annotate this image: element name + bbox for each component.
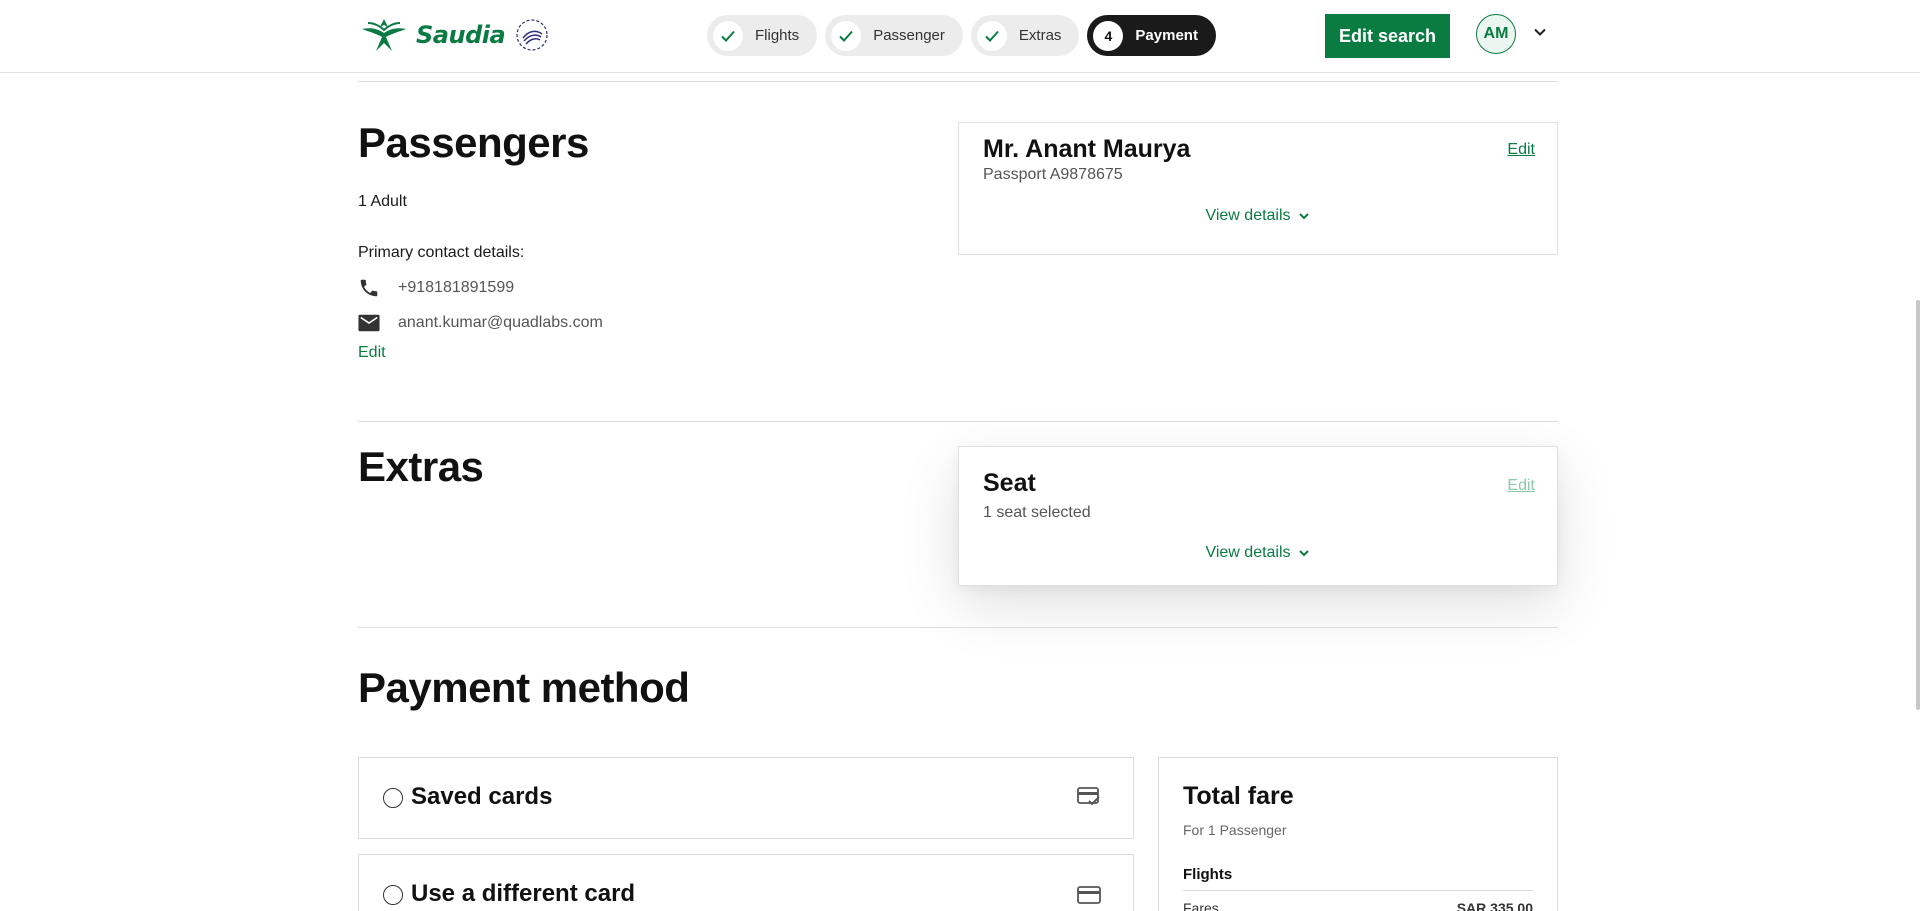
step-extras[interactable]: Extras: [970, 15, 1080, 56]
view-details-button[interactable]: View details: [959, 544, 1557, 562]
check-icon: [976, 20, 1007, 51]
step-label: Flights: [755, 27, 800, 44]
different-card-radio[interactable]: [383, 885, 403, 905]
credit-card-icon: [1077, 886, 1101, 904]
passenger-name: Mr. Anant Maurya: [983, 135, 1191, 163]
contact-heading: Primary contact details:: [358, 244, 525, 261]
edit-seat-link[interactable]: Edit: [1507, 477, 1535, 495]
seat-subtitle: 1 seat selected: [983, 504, 1091, 521]
edit-passenger-link[interactable]: Edit: [1507, 141, 1535, 159]
step-flights[interactable]: Flights: [707, 15, 818, 56]
edit-contact-link[interactable]: Edit: [358, 344, 386, 362]
check-icon: [713, 20, 743, 51]
step-passenger[interactable]: Passenger: [825, 15, 963, 56]
seat-card: Seat 1 seat selected Edit View details: [958, 446, 1558, 586]
saved-cards-label: Saved cards: [411, 783, 553, 810]
view-details-label: View details: [1205, 544, 1291, 561]
extras-heading: Extras: [358, 443, 484, 490]
saved-card-icon: [1077, 787, 1100, 806]
saudia-palm-icon: [362, 19, 406, 51]
divider: [1183, 890, 1533, 891]
chevron-down-icon: [1298, 213, 1309, 220]
step-payment[interactable]: 4 Payment: [1087, 15, 1216, 56]
contact-phone: +918181891599: [398, 279, 515, 296]
brand-wordmark: Saudia: [416, 21, 506, 49]
saudia-logo[interactable]: Saudia: [358, 12, 549, 58]
divider: [358, 81, 1558, 82]
top-header: Saudia Flights Passenger Extras 4 Paymen…: [0, 0, 1920, 73]
payment-method-heading: Payment method: [358, 664, 690, 711]
saved-cards-option[interactable]: Saved cards: [358, 757, 1134, 839]
divider: [358, 421, 1558, 422]
passenger-document: Passport A9878675: [983, 166, 1123, 183]
passenger-count: 1 Adult: [358, 193, 407, 210]
fare-row-value: SAR 335.00: [1456, 900, 1533, 911]
edit-search-button[interactable]: Edit search: [1325, 14, 1450, 58]
check-icon: [831, 20, 862, 51]
passenger-card: Mr. Anant Maurya Passport A9878675 Edit …: [958, 122, 1558, 255]
divider: [358, 627, 1558, 628]
email-icon: [358, 314, 380, 332]
chevron-down-icon: [1298, 550, 1309, 557]
view-details-label: View details: [1205, 207, 1291, 224]
seat-title: Seat: [983, 469, 1036, 497]
total-fare-title: Total fare: [1183, 782, 1294, 810]
total-fare-card: Total fare For 1 Passenger Flights Fares…: [1158, 757, 1558, 911]
view-details-button[interactable]: View details: [959, 207, 1557, 225]
avatar[interactable]: AM: [1476, 14, 1516, 54]
step-label: Passenger: [873, 27, 945, 44]
fare-row-label: Fares: [1183, 900, 1219, 911]
scrollbar-thumb[interactable]: [1916, 300, 1920, 710]
skyteam-badge-icon: [515, 18, 549, 52]
total-fare-subtitle: For 1 Passenger: [1183, 822, 1287, 838]
saved-cards-radio[interactable]: [383, 788, 403, 808]
booking-progress-steps: Flights Passenger Extras 4 Payment: [707, 15, 1216, 56]
phone-icon: [360, 279, 378, 297]
passengers-heading: Passengers: [358, 119, 589, 166]
step-label: Extras: [1018, 27, 1062, 44]
step-number: 4: [1093, 20, 1124, 51]
contact-email: anant.kumar@quadlabs.com: [398, 314, 603, 331]
step-label: Payment: [1135, 27, 1198, 44]
chevron-down-icon[interactable]: [1532, 24, 1548, 40]
fare-section-flights: Flights: [1183, 866, 1233, 883]
different-card-option[interactable]: Use a different card: [358, 854, 1134, 911]
different-card-label: Use a different card: [411, 880, 636, 907]
